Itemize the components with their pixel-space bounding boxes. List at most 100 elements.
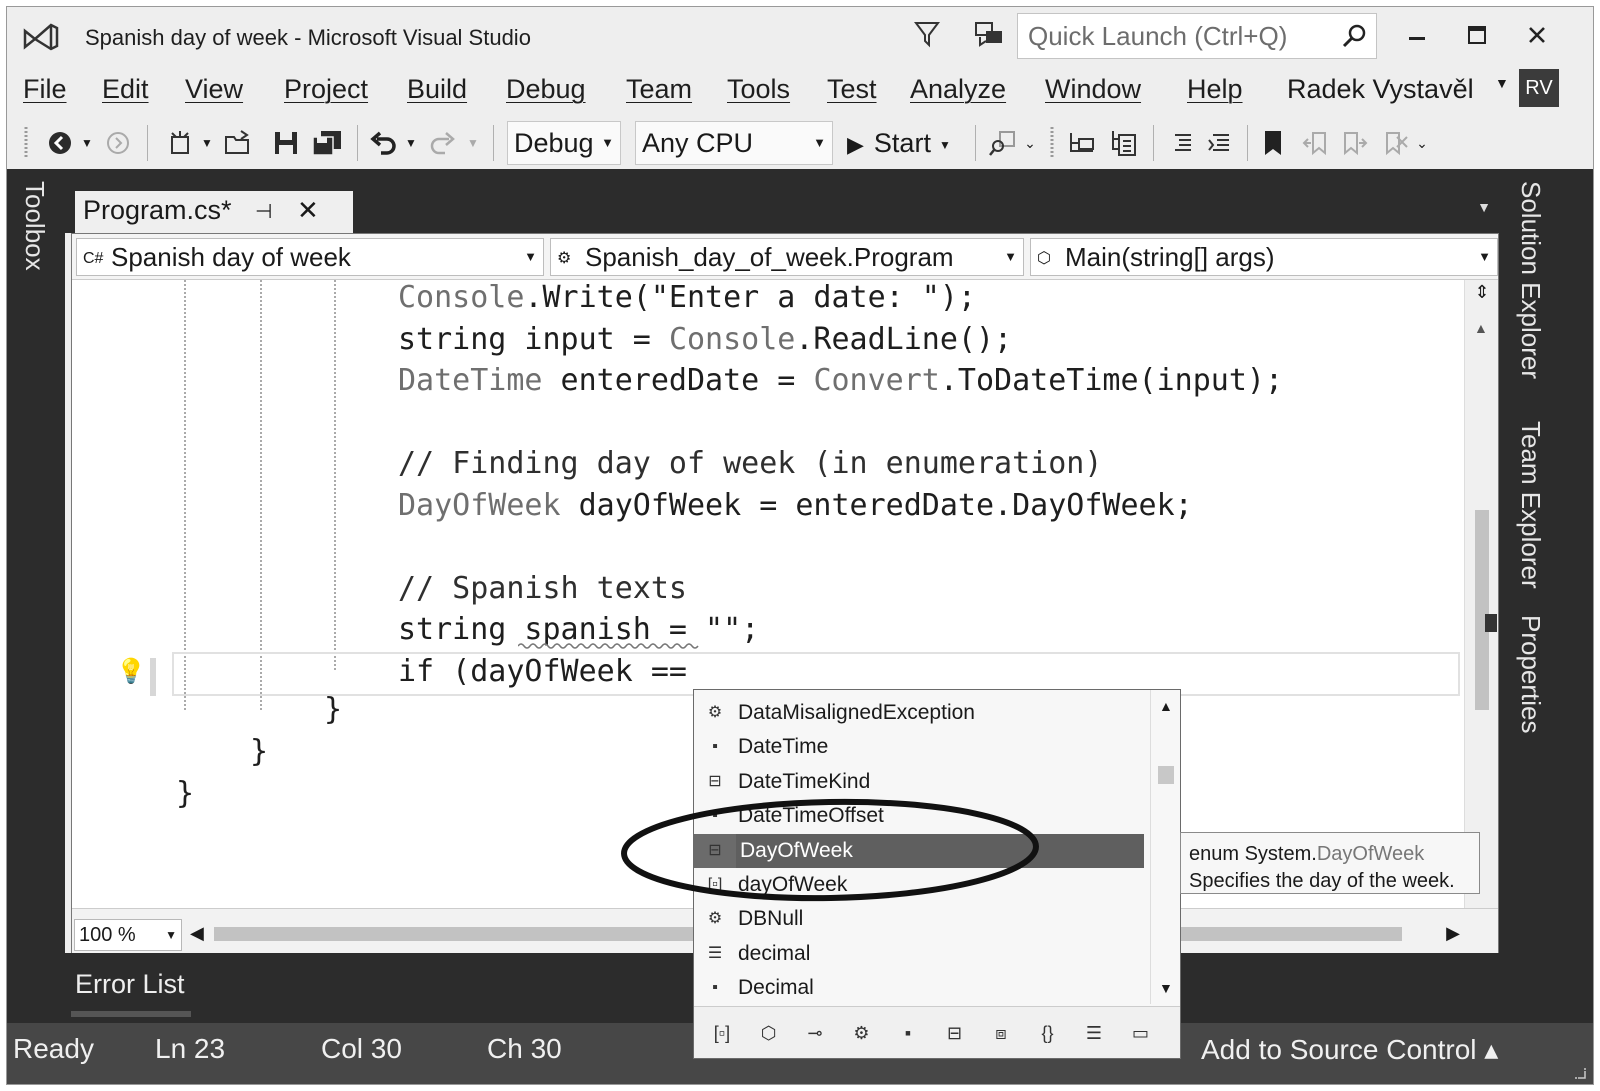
new-project-button[interactable] [163, 125, 197, 161]
lightbulb-icon[interactable]: 💡 [116, 657, 146, 686]
keyword-filter-icon[interactable]: ☰ [1076, 1019, 1112, 1047]
split-window-icon[interactable]: ⇕ [1469, 282, 1495, 308]
undo-dropdown-icon[interactable]: ▼ [403, 125, 419, 161]
menu-window[interactable]: Window [1045, 69, 1141, 109]
spelling-squiggle [518, 643, 699, 649]
redo-button[interactable] [427, 125, 459, 161]
menu-view[interactable]: View [185, 69, 243, 109]
toolbar-grip[interactable] [21, 125, 31, 161]
vertical-scrollbar[interactable]: ⇕ ▲ [1464, 280, 1498, 908]
find-in-files-button[interactable] [985, 125, 1021, 161]
search-icon[interactable] [1340, 22, 1368, 50]
object-browser-button[interactable] [1107, 125, 1141, 161]
zoom-select[interactable]: 100 % ▼ [74, 919, 182, 951]
comment-lines-button[interactable] [1167, 125, 1199, 161]
quick-launch-input[interactable] [1018, 14, 1328, 58]
menu-team[interactable]: Team [626, 69, 692, 109]
toolbar-overflow-icon[interactable]: ⌄ [1415, 125, 1429, 161]
scroll-right-icon[interactable]: ▶ [1446, 923, 1460, 944]
team-explorer-tab[interactable]: Team Explorer [1515, 421, 1546, 589]
chevron-down-icon: ▼ [1004, 249, 1017, 264]
properties-tab[interactable]: Properties [1515, 615, 1546, 734]
menu-help[interactable]: Help [1187, 69, 1243, 109]
save-all-button[interactable] [309, 125, 345, 161]
undo-button[interactable] [367, 125, 399, 161]
local-variable-filter-icon[interactable]: [▫] [704, 1019, 740, 1047]
resize-grip-icon[interactable] [1571, 1064, 1587, 1080]
toolbar-overflow-icon[interactable]: ⌄ [1023, 125, 1037, 161]
back-dropdown-icon[interactable]: ▼ [79, 125, 95, 161]
uncomment-lines-button[interactable] [1205, 125, 1237, 161]
clear-bookmarks-button[interactable] [1379, 125, 1411, 161]
add-to-source-control-button[interactable]: Add to Source Control ▴ [1201, 1033, 1498, 1066]
user-name[interactable]: Radek Vystavěl [1287, 69, 1474, 109]
previous-bookmark-button[interactable] [1299, 125, 1331, 161]
navigate-forward-button[interactable] [103, 125, 133, 161]
quick-launch[interactable] [1017, 13, 1377, 59]
tab-program-cs[interactable]: Program.cs* ⊣ ✕ [75, 191, 353, 233]
new-project-dropdown-icon[interactable]: ▼ [199, 125, 215, 161]
solution-configuration-select[interactable]: Debug ▼ [507, 121, 621, 165]
solution-platform-select[interactable]: Any CPU ▼ [635, 121, 833, 165]
interface-filter-icon[interactable]: ⊸ [797, 1019, 833, 1047]
class-filter-icon[interactable]: ⚙ [844, 1019, 880, 1047]
completion-scrollbar[interactable]: ▲ ▼ [1150, 690, 1180, 1004]
tab-overflow-icon[interactable]: ▼ [1477, 199, 1491, 215]
menu-file[interactable]: File [23, 69, 67, 109]
toggle-bookmark-button[interactable] [1257, 125, 1289, 161]
notification-filter-icon[interactable] [912, 19, 942, 49]
avatar[interactable]: RV [1519, 69, 1559, 107]
maximize-button[interactable] [1457, 17, 1497, 53]
start-debugging-button[interactable]: ▶ Start ▼ [847, 123, 951, 165]
menu-build[interactable]: Build [407, 69, 467, 109]
open-file-button[interactable] [221, 125, 255, 161]
code-type-token: Convert [813, 363, 940, 398]
start-dropdown-icon[interactable]: ▼ [939, 138, 951, 152]
completion-item[interactable]: ☰ decimal [694, 937, 1144, 971]
project-select[interactable]: C# Spanish day of week ▼ [76, 238, 544, 276]
solution-explorer-tab[interactable]: Solution Explorer [1515, 181, 1546, 379]
tab-error-list[interactable]: Error List [75, 969, 185, 1000]
toolbar-grip[interactable] [1047, 125, 1057, 161]
menu-project[interactable]: Project [284, 69, 368, 109]
type-select[interactable]: ⚙ Spanish_day_of_week.Program ▼ [550, 238, 1024, 276]
expand-filter-icon[interactable]: ▭ [1123, 1019, 1159, 1047]
next-bookmark-button[interactable] [1339, 125, 1371, 161]
namespace-filter-icon[interactable]: ⬡ [751, 1019, 787, 1047]
redo-icon [430, 132, 455, 155]
completion-item[interactable]: ▪ Decimal [694, 971, 1144, 1005]
redo-dropdown-icon[interactable]: ▼ [465, 125, 481, 161]
struct-filter-icon[interactable]: ▪ [890, 1019, 926, 1047]
member-select[interactable]: ⬡ Main(string[] args) ▼ [1030, 238, 1498, 276]
close-icon[interactable]: ✕ [297, 195, 319, 226]
indent-guide [334, 280, 336, 670]
user-dropdown-icon[interactable]: ▼ [1495, 75, 1509, 91]
maximize-icon [1468, 26, 1486, 44]
menu-tools[interactable]: Tools [727, 69, 790, 109]
scroll-up-icon[interactable]: ▲ [1159, 698, 1173, 714]
scroll-left-icon[interactable]: ◀ [190, 923, 204, 944]
save-icon [275, 132, 297, 154]
find-in-files-icon [989, 131, 1015, 156]
save-button[interactable] [269, 125, 303, 161]
completion-item[interactable]: ▪ DateTime [694, 730, 1144, 764]
menu-analyze[interactable]: Analyze [910, 69, 1006, 109]
close-window-button[interactable] [1517, 17, 1557, 53]
feedback-icon[interactable] [972, 19, 1006, 49]
scrollbar-thumb[interactable] [1475, 510, 1489, 710]
minimize-button[interactable] [1397, 17, 1437, 53]
pin-icon[interactable]: ⊣ [255, 199, 272, 224]
scrollbar-thumb[interactable] [1158, 766, 1174, 784]
delegate-filter-icon[interactable]: ⧈ [983, 1019, 1019, 1047]
menu-debug[interactable]: Debug [506, 69, 586, 109]
navigate-to-button[interactable] [1065, 125, 1099, 161]
menu-test[interactable]: Test [827, 69, 877, 109]
enum-filter-icon[interactable]: ⊟ [937, 1019, 973, 1047]
navigate-back-button[interactable] [45, 125, 75, 161]
scroll-down-icon[interactable]: ▼ [1159, 980, 1173, 996]
snippet-filter-icon[interactable]: {} [1030, 1019, 1066, 1047]
completion-item[interactable]: ⚙ DataMisalignedException [694, 696, 1144, 730]
menu-edit[interactable]: Edit [102, 69, 149, 109]
scroll-up-icon[interactable]: ▲ [1474, 320, 1488, 336]
toolbox-tab[interactable]: Toolbox [19, 181, 50, 271]
